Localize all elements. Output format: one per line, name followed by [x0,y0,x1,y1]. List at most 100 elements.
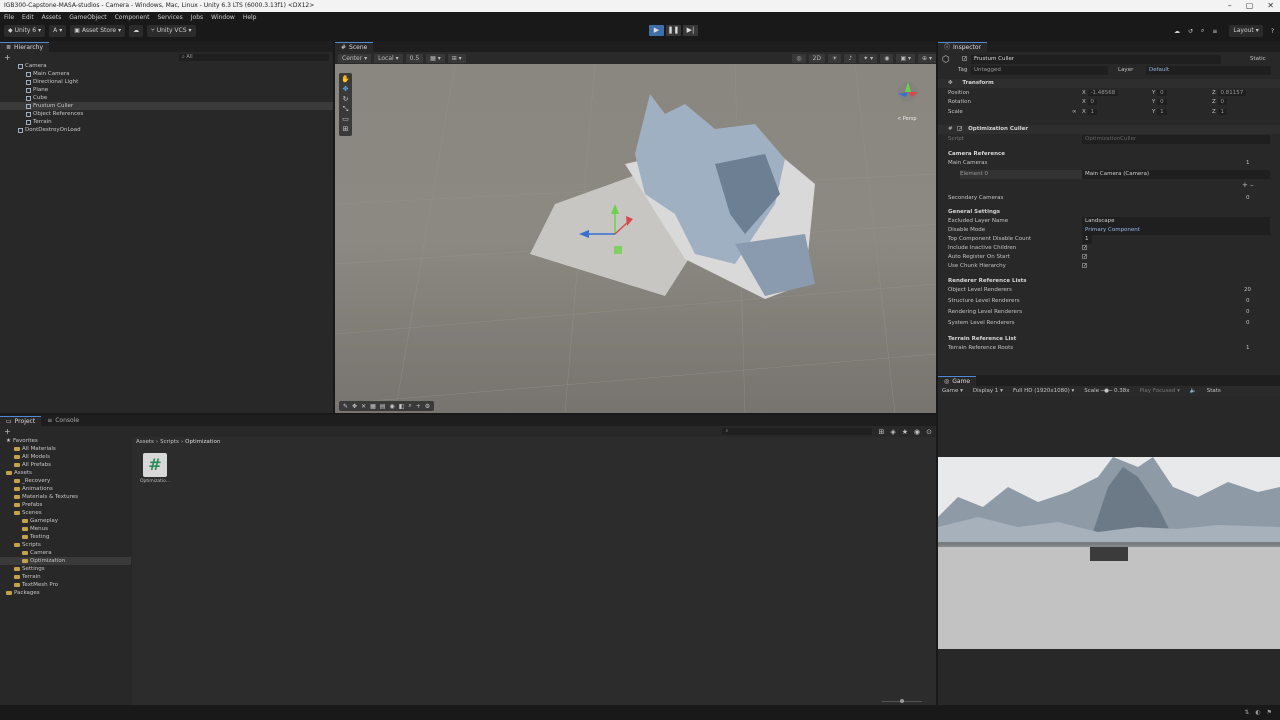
resolution-dropdown[interactable]: Full HD (1920x1080) ▾ [1013,388,1074,394]
notifications-icon[interactable]: ⚑ [1267,709,1272,716]
packages-folder[interactable]: Packages [0,589,131,597]
add-icon[interactable]: + [4,427,11,436]
structure-level-count[interactable]: 0 [1246,297,1250,306]
tab-scene[interactable]: # Scene [335,42,374,52]
use-chunk-checkbox[interactable]: ✓ [1082,263,1087,269]
breadcrumb-scripts[interactable]: Scripts [160,439,179,445]
layers-icon[interactable]: ≡ [1212,28,1217,35]
add-element-icon[interactable]: + – [1242,181,1254,190]
filter-icon[interactable]: ⊞ [878,428,884,436]
slider-knob[interactable] [900,699,904,703]
static-toggle[interactable]: Static [1250,55,1266,64]
favorite-item[interactable]: All Materials [0,445,131,453]
display-dropdown[interactable]: Display 1 ▾ [973,388,1003,394]
step-button[interactable]: ▶| [683,25,698,36]
tab-game[interactable]: ◎ Game [938,376,977,386]
scale-x-field[interactable]: 1 [1087,109,1098,115]
count-icon[interactable]: ⊙ [926,428,932,436]
asset-folder[interactable]: Materials & Textures [0,493,131,501]
asset-folder[interactable]: Menus [0,525,131,533]
main-cameras-foldout[interactable]: Main Cameras [948,159,987,168]
rect-tool-icon[interactable]: ▭ [342,115,349,124]
auto-register-checkbox[interactable]: ✓ [1082,254,1087,260]
menu-services[interactable]: Services [157,14,182,21]
lighting-toggle[interactable]: ☀ [828,53,842,63]
terrain-roots-count[interactable]: 1 [1246,344,1250,353]
asset-folder[interactable]: Scripts [0,541,131,549]
rendering-level-count[interactable]: 0 [1246,308,1250,317]
menu-assets[interactable]: Assets [42,14,62,21]
menu-jobs[interactable]: Jobs [191,14,203,21]
layers-icon[interactable]: ▤ [380,403,386,410]
cloud-icon-button[interactable]: ☁ [129,24,144,37]
hierarchy-item[interactable]: Directional Light [0,78,333,86]
unity-vcs-button[interactable]: ⑂ Unity VCS ▾ [147,24,196,37]
scale-z-field[interactable]: 1 [1217,109,1228,115]
scale-tool-icon[interactable]: ⤡ [343,105,349,114]
position-x-field[interactable]: -1.48568 [1087,90,1119,96]
cloud-icon[interactable]: ☁ [1174,28,1180,35]
star-icon[interactable]: ★ [902,428,908,436]
settings-icon[interactable]: ⚙ [425,403,430,410]
object-level-foldout[interactable]: Object Level Renderers [948,286,1012,295]
position-y-field[interactable]: 0 [1157,90,1167,96]
2d-toggle[interactable]: 2D [808,53,826,63]
breadcrumb-optimization[interactable]: Optimization [185,439,220,445]
zoom-icon[interactable]: ⌕ [408,402,411,410]
play-focused-dropdown[interactable]: Play Focused ▾ [1140,388,1180,394]
menu-help[interactable]: Help [243,14,257,21]
camera-dropdown[interactable]: ▣ ▾ [896,53,916,63]
label-icon[interactable]: ◈ [890,428,895,436]
object-level-count[interactable]: 20 [1244,286,1251,295]
active-checkbox[interactable]: ✓ [962,56,967,62]
network-icon[interactable]: ⇅ [1244,709,1249,716]
stats-button[interactable]: Stats [1207,388,1221,394]
structure-level-foldout[interactable]: Structure Level Renderers [948,297,1020,306]
add-icon[interactable]: + [416,403,421,410]
rendering-level-foldout[interactable]: Rendering Level Renderers [948,308,1022,317]
asset-store-button[interactable]: ▣ Asset Store ▾ [70,24,126,37]
transform-header[interactable]: ✥ Transform [938,79,1280,88]
add-icon[interactable]: + [4,53,11,62]
disable-mode-dropdown[interactable]: Primary Component [1082,226,1270,235]
move-icon[interactable]: ✥ [352,403,357,410]
asset-folder[interactable]: Camera [0,549,131,557]
visibility-toggle[interactable]: ◉ [880,53,894,63]
optimization-culler-header[interactable]: # ✓ Optimization Culler [938,125,1280,134]
transform-tool-icon[interactable]: ⊞ [343,125,349,134]
progress-icon[interactable]: ◐ [1255,709,1260,716]
main-cameras-count[interactable]: 1 [1246,159,1250,168]
tab-inspector[interactable]: ⓘ Inspector [938,42,988,52]
position-z-field[interactable]: 0.81157 [1217,90,1247,96]
system-level-foldout[interactable]: System Level Renderers [948,319,1015,328]
maximize-icon[interactable]: ▢ [1246,0,1254,12]
top-component-field[interactable]: 1 [1082,235,1092,244]
game-mode-dropdown[interactable]: Game ▾ [942,388,963,394]
circle-icon[interactable]: ◉ [389,403,394,410]
asset-folder[interactable]: _Recovery [0,477,131,485]
icon-size-slider[interactable] [882,699,922,703]
tab-project[interactable]: ▭ Project [0,416,42,426]
paint-icon[interactable]: ◧ [399,403,405,410]
play-button[interactable]: ▶ [649,25,664,36]
search-icon[interactable]: ⌕ [1201,27,1204,35]
game-viewport[interactable] [938,457,1280,649]
tab-console[interactable]: ≡ Console [41,416,85,426]
layout-dropdown[interactable]: Layout ▾ [1229,25,1263,37]
history-icon[interactable]: ↺ [1188,28,1193,35]
rotation-x-field[interactable]: 0 [1087,99,1098,105]
grid-dropdown[interactable]: ▦ ▾ [426,53,445,63]
favorite-item[interactable]: All Models [0,453,131,461]
tag-dropdown[interactable]: Untagged [971,66,1108,75]
menu-component[interactable]: Component [115,14,150,21]
hierarchy-item[interactable]: Cube [0,94,333,102]
scale-y-field[interactable]: 1 [1157,109,1167,115]
asset-folder[interactable]: Animations [0,485,131,493]
asset-folder[interactable]: Testing [0,533,131,541]
script-asset[interactable]: # Optimizatio... [140,453,170,484]
breadcrumb-assets[interactable]: Assets [136,439,154,445]
grid-icon[interactable]: ▦ [370,403,376,410]
secondary-cameras-foldout[interactable]: Secondary Cameras [948,194,1003,203]
scale-slider[interactable]: Scale ─●─ 0.38x [1084,388,1129,394]
unity-account-button[interactable]: ◆ Unity 6 ▾ [4,24,46,37]
